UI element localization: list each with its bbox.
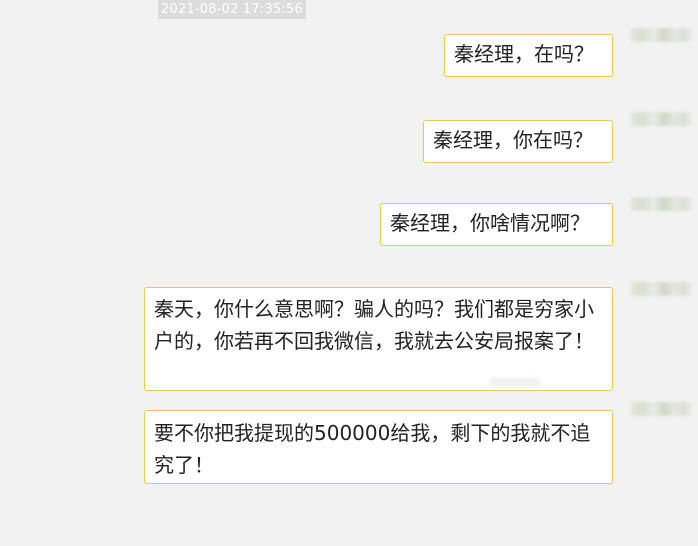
message-timestamp: 2021-08-02 17:35:56 (158, 0, 306, 19)
avatar[interactable] (630, 197, 692, 211)
avatar[interactable] (630, 112, 692, 126)
message-bubble[interactable]: 秦天，你什么意思啊？骗人的吗？我们都是穷家小户的，你若再不回我微信，我就去公安局… (144, 287, 613, 391)
redaction-smudge (490, 378, 540, 386)
avatar[interactable] (630, 282, 692, 296)
chat-window: 2021-08-02 17:35:56 秦经理，在吗？ 秦经理，你在吗？ 秦经理… (0, 0, 698, 546)
message-bubble[interactable]: 秦经理，在吗？ (444, 34, 613, 77)
message-bubble[interactable]: 要不你把我提现的500000给我，剩下的我就不追究了！ (144, 410, 613, 484)
avatar[interactable] (630, 402, 692, 416)
message-bubble[interactable]: 秦经理，你在吗？ (423, 120, 613, 163)
message-bubble[interactable]: 秦经理，你啥情况啊？ (380, 203, 613, 246)
avatar[interactable] (630, 28, 692, 42)
